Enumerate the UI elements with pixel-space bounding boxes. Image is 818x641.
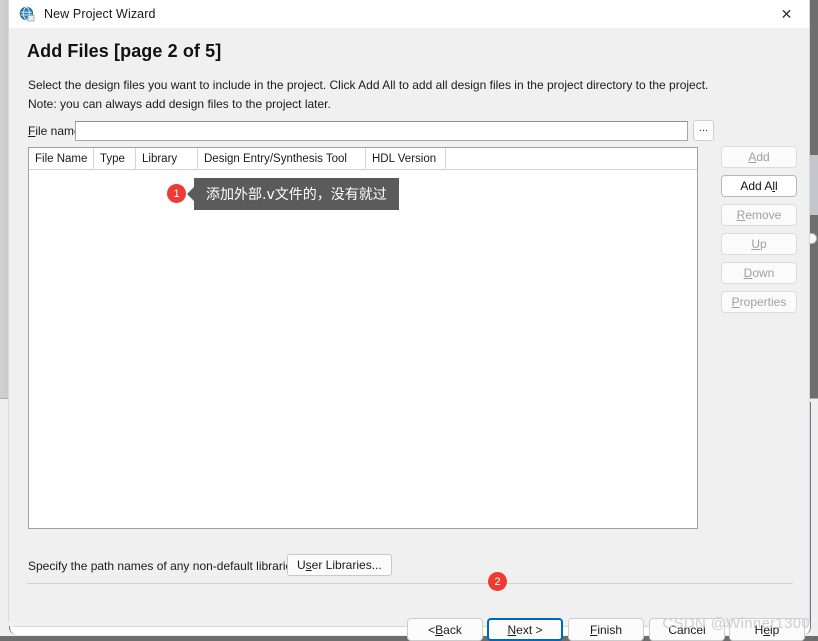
- dialog-body: Add Files [page 2 of 5] Select the desig…: [9, 28, 809, 641]
- user-libraries-button[interactable]: Us er Libraries...: [287, 554, 392, 576]
- file-action-button-column: Add Add Al l Remove Up Down Properties: [721, 146, 797, 320]
- column-header-library[interactable]: Library: [136, 148, 198, 169]
- button-add: Add: [721, 146, 797, 168]
- page-description-line-2: Note: you can always add design files to…: [28, 97, 331, 111]
- column-header-design-entry-synthesis-tool[interactable]: Design Entry/Synthesis Tool: [198, 148, 366, 169]
- dialog-titlebar[interactable]: New Project Wizard ✕: [9, 0, 809, 28]
- annotation-badge-2: 2: [488, 572, 507, 591]
- footer-divider: [27, 583, 793, 584]
- button-properties: Properties: [721, 291, 797, 313]
- column-header-hdl-version[interactable]: HDL Version: [366, 148, 446, 169]
- column-header-file-name[interactable]: File Name: [29, 148, 94, 169]
- new-project-wizard-dialog: New Project Wizard ✕ Add Files [page 2 o…: [8, 0, 810, 641]
- file-name-input[interactable]: [75, 121, 688, 141]
- watermark: CSDN @Winner1300: [662, 615, 810, 632]
- button-up: Up: [721, 233, 797, 255]
- button-remove: Remove: [721, 204, 797, 226]
- page-title: Add Files [page 2 of 5]: [27, 41, 222, 61]
- column-header-type[interactable]: Type: [94, 148, 136, 169]
- button-down: Down: [721, 262, 797, 284]
- browse-files-button[interactable]: ...: [693, 120, 714, 141]
- user-libraries-description: Specify the path names of any non-defaul…: [28, 559, 302, 573]
- page-description-line-1: Select the design files you want to incl…: [28, 78, 709, 92]
- nav-button-next[interactable]: Next >: [487, 618, 563, 641]
- annotation-badge-1: 1: [167, 184, 186, 203]
- nav-button-finish[interactable]: Finish: [568, 618, 644, 641]
- close-icon[interactable]: ✕: [764, 0, 809, 28]
- nav-button-back[interactable]: < Back: [407, 618, 483, 641]
- window-title: New Project Wizard: [44, 7, 156, 21]
- design-files-table-body[interactable]: [29, 170, 697, 528]
- annotation-callout-1: 添加外部.v文件的，没有就过: [187, 178, 399, 210]
- design-files-table-header: File Name Type Library Design Entry/Synthes…: [29, 148, 697, 170]
- button-add-all[interactable]: Add All: [721, 175, 797, 197]
- quartus-globe-icon: [19, 6, 35, 22]
